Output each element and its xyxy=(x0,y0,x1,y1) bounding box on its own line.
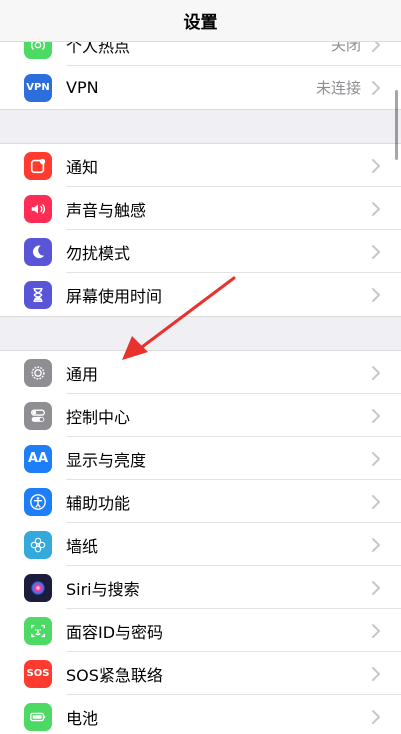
settings-row[interactable]: VPN VPN 未连接 xyxy=(0,66,401,109)
battery-icon xyxy=(24,702,52,731)
settings-row[interactable]: 声音与触感 xyxy=(0,187,401,230)
row-label: 面容ID与密码 xyxy=(66,622,164,642)
chevron-right-icon xyxy=(372,158,380,173)
chevron-right-icon xyxy=(372,451,380,466)
siri-icon xyxy=(24,573,52,602)
settings-row[interactable]: AA 显示与亮度 xyxy=(0,437,401,480)
row-label: 通知 xyxy=(66,157,99,177)
speaker-icon xyxy=(24,194,52,223)
toggle-icon xyxy=(24,401,52,430)
settings-row[interactable]: 个人热点 关闭 xyxy=(0,42,401,66)
settings-row[interactable]: 墙纸 xyxy=(0,523,401,566)
chevron-right-icon xyxy=(372,623,380,638)
chevron-right-icon xyxy=(372,365,380,380)
vpn-icon: VPN xyxy=(24,73,52,102)
settings-group: 个人热点 关闭 VPN VPN 未连接 xyxy=(0,42,401,110)
moon-icon xyxy=(24,237,52,266)
settings-row[interactable]: 辅助功能 xyxy=(0,480,401,523)
settings-group: 通用控制中心 AA 显示与亮度辅助功能墙纸 Siri与搜索面容ID与密码 SOS SOS紧… xyxy=(0,350,401,734)
row-value: 未连接 xyxy=(315,79,361,97)
sos-icon: SOS xyxy=(24,659,52,688)
row-label: 屏幕使用时间 xyxy=(66,286,163,306)
page-title: 设置 xyxy=(183,13,218,33)
settings-row[interactable]: SOS SOS紧急联络 xyxy=(0,652,401,695)
chevron-right-icon xyxy=(372,666,380,681)
chevron-right-icon xyxy=(372,42,380,52)
settings-row[interactable]: 通知 xyxy=(0,144,401,187)
row-label: 勿扰模式 xyxy=(66,243,131,263)
chevron-right-icon xyxy=(372,201,380,216)
settings-row[interactable]: 电池 xyxy=(0,695,401,734)
chevron-right-icon xyxy=(372,287,380,302)
row-label: Siri与搜索 xyxy=(66,579,140,599)
settings-list[interactable]: 个人热点 关闭 VPN VPN 未连接通知声音与触感勿扰模式屏幕使用时间 通用控制中心 AA… xyxy=(0,42,401,734)
chevron-right-icon xyxy=(372,80,380,95)
chevron-right-icon xyxy=(372,537,380,552)
row-label: 辅助功能 xyxy=(66,493,131,513)
face-id-icon xyxy=(24,616,52,645)
hourglass-icon xyxy=(24,280,52,309)
settings-row[interactable]: 屏幕使用时间 xyxy=(0,273,401,316)
hotspot-icon xyxy=(24,42,52,59)
row-label: SOS紧急联络 xyxy=(66,665,163,685)
settings-row[interactable]: 通用 xyxy=(0,351,401,394)
row-value: 关闭 xyxy=(330,42,361,54)
section-gap xyxy=(0,317,401,350)
section-gap xyxy=(0,110,401,143)
settings-row[interactable]: 勿扰模式 xyxy=(0,230,401,273)
notification-icon xyxy=(24,151,52,180)
text-size-icon: AA xyxy=(24,444,52,473)
row-label: 通用 xyxy=(66,364,99,384)
row-label: 声音与触感 xyxy=(66,200,147,220)
gear-icon xyxy=(24,358,52,387)
settings-row[interactable]: Siri与搜索 xyxy=(0,566,401,609)
row-label: 墙纸 xyxy=(66,536,99,556)
chevron-right-icon xyxy=(372,244,380,259)
scrollbar[interactable] xyxy=(395,90,398,160)
settings-row[interactable]: 面容ID与密码 xyxy=(0,609,401,652)
settings-group: 通知声音与触感勿扰模式屏幕使用时间 xyxy=(0,143,401,317)
row-label: 控制中心 xyxy=(66,407,131,427)
accessibility-icon xyxy=(24,487,52,516)
row-label: 电池 xyxy=(66,708,99,728)
chevron-right-icon xyxy=(372,580,380,595)
chevron-right-icon xyxy=(372,494,380,509)
chevron-right-icon xyxy=(372,709,380,724)
row-label: VPN xyxy=(66,78,99,97)
settings-row[interactable]: 控制中心 xyxy=(0,394,401,437)
flower-icon xyxy=(24,530,52,559)
navigation-bar: 设置 xyxy=(0,0,401,42)
chevron-right-icon xyxy=(372,408,380,423)
row-label: 个人热点 xyxy=(66,42,131,56)
row-label: 显示与亮度 xyxy=(66,450,147,470)
